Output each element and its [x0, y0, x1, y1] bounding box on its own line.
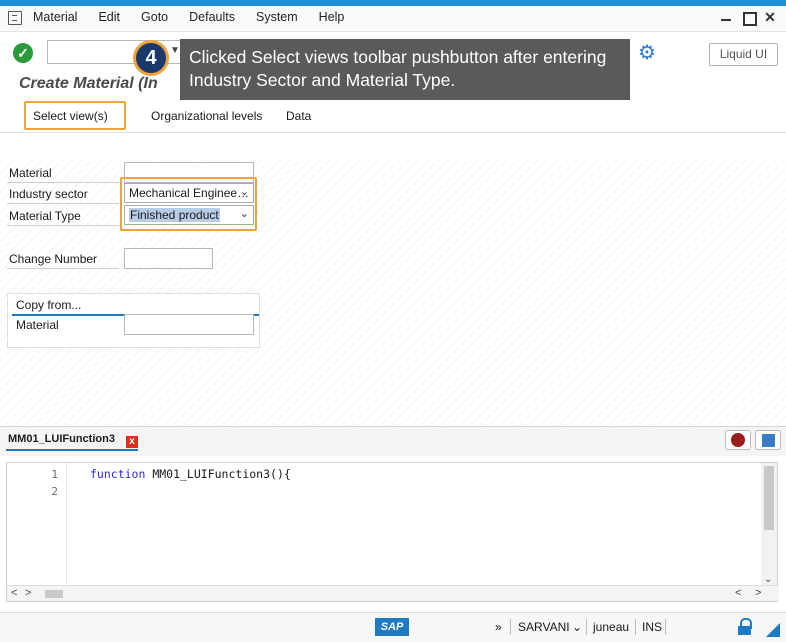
status-divider	[510, 619, 511, 635]
sap-logo: SAP	[375, 618, 409, 636]
gear-icon[interactable]: ⚙	[636, 42, 658, 64]
select-views-highlight	[24, 101, 126, 130]
status-expand-icon[interactable]: »	[495, 620, 502, 634]
industry-type-highlight	[120, 177, 257, 231]
liquid-ui-button[interactable]: Liquid UI	[709, 43, 778, 66]
enter-check-icon[interactable]: ✓	[13, 43, 33, 63]
menu-bar: Material Edit Goto Defaults System Help …	[0, 6, 786, 32]
vertical-scrollbar[interactable]: ⌄	[761, 463, 777, 587]
page-title: Create Material (In	[19, 75, 158, 92]
status-server: juneau	[593, 620, 630, 634]
tab-organizational-levels[interactable]: Organizational levels	[151, 109, 262, 123]
menu-goto[interactable]: Goto	[141, 10, 168, 24]
status-divider	[586, 619, 587, 635]
menu-material[interactable]: Material	[33, 10, 77, 24]
code-text: MM01_LUIFunction3(){	[145, 467, 291, 481]
instruction-callout: Clicked Select views toolbar pushbutton …	[180, 39, 630, 100]
status-mode: INS	[642, 620, 663, 634]
copy-from-header: Copy from...	[16, 298, 82, 312]
menu-items: Material Edit Goto Defaults System Help	[33, 10, 365, 24]
minimize-icon[interactable]	[720, 10, 732, 24]
status-user[interactable]: SARVANI	[518, 620, 570, 634]
horizontal-scroll-thumb[interactable]	[45, 590, 63, 598]
close-icon[interactable]: ✕	[764, 10, 776, 24]
horizontal-scrollbar[interactable]: < > < >	[7, 585, 779, 601]
copy-material-input[interactable]	[124, 314, 254, 335]
content-area	[0, 134, 786, 426]
window-controls: ✕	[720, 10, 776, 26]
menu-system[interactable]: System	[256, 10, 298, 24]
editor-tab-bar: MM01_LUIFunction3 x	[0, 426, 786, 456]
scroll-left-icon[interactable]: <	[735, 587, 741, 599]
material-label-underline	[7, 182, 119, 183]
change-number-label: Change Number	[9, 252, 98, 266]
menu-defaults[interactable]: Defaults	[189, 10, 235, 24]
save-button[interactable]	[755, 430, 781, 450]
status-divider	[665, 619, 666, 635]
code-editor[interactable]: 1 2 function MM01_LUIFunction3(){ ⌄ < > …	[6, 462, 779, 602]
scroll-right-icon[interactable]: >	[25, 587, 31, 599]
scroll-down-icon[interactable]: ⌄	[764, 574, 772, 585]
editor-tab-mm01[interactable]: MM01_LUIFunction3	[8, 433, 115, 445]
menu-help[interactable]: Help	[319, 10, 345, 24]
code-keyword: function	[90, 467, 146, 481]
command-dropdown-icon[interactable]: ▼	[170, 45, 180, 56]
line-gutter: 1 2	[7, 463, 67, 587]
form-top-band	[0, 134, 786, 160]
change-label-underline	[7, 268, 119, 269]
close-tab-icon[interactable]: x	[126, 436, 138, 448]
tab-data[interactable]: Data	[286, 109, 311, 123]
editor-tab-underline	[6, 449, 138, 451]
app-menu-icon[interactable]	[8, 11, 22, 25]
material-type-label: Material Type	[9, 209, 81, 223]
status-divider	[635, 619, 636, 635]
type-label-underline	[7, 225, 119, 226]
material-label: Material	[9, 166, 52, 180]
line-number: 2	[51, 485, 58, 498]
scroll-right-icon[interactable]: >	[755, 587, 761, 599]
vertical-scroll-thumb[interactable]	[764, 466, 774, 530]
code-line-1: function MM01_LUIFunction3(){	[90, 467, 291, 481]
status-bar: SAP » SARVANI ⌄ juneau INS	[0, 612, 786, 642]
lock-icon[interactable]	[738, 618, 752, 636]
change-number-input[interactable]	[124, 248, 213, 269]
record-button[interactable]	[725, 430, 751, 450]
resize-corner-icon	[766, 623, 780, 637]
menu-edit[interactable]: Edit	[98, 10, 120, 24]
chevron-down-icon[interactable]: ⌄	[572, 620, 582, 634]
maximize-icon[interactable]	[742, 10, 757, 26]
scroll-left-icon[interactable]: <	[11, 587, 17, 599]
industry-label-underline	[7, 203, 119, 204]
step-badge: 4	[133, 40, 169, 76]
industry-sector-label: Industry sector	[9, 187, 88, 201]
line-number: 1	[51, 468, 58, 481]
copy-material-label: Material	[16, 318, 59, 332]
copy-from-group: Copy from... Material	[7, 293, 260, 348]
